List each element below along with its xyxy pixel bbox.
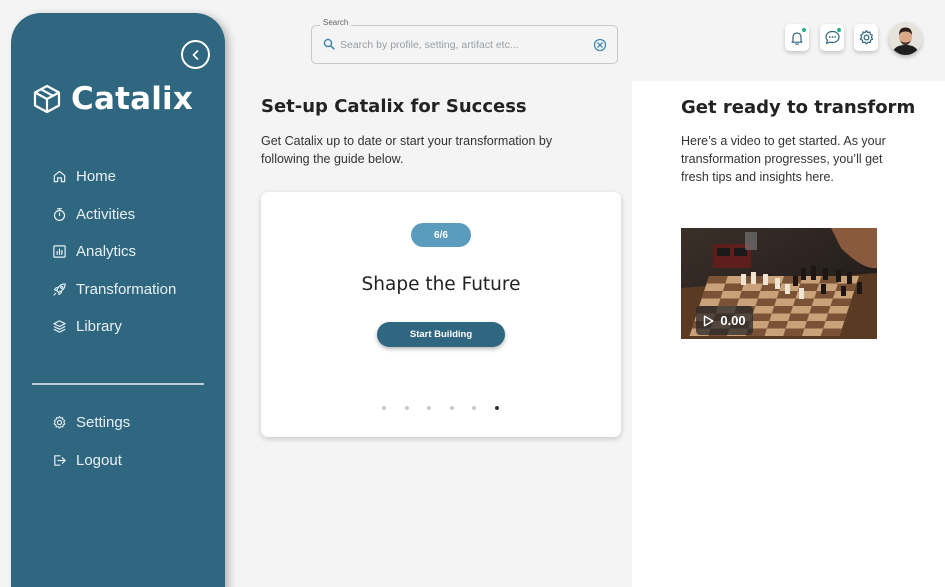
- sidebar: Catalix Home Activities Analytics Transf…: [11, 13, 225, 587]
- notifications-button[interactable]: [785, 24, 809, 51]
- step-badge: 6/6: [411, 223, 471, 247]
- layers-icon: [53, 320, 66, 333]
- nav-item-label: Transformation: [76, 280, 177, 298]
- nav-item-transformation[interactable]: Transformation: [52, 271, 176, 309]
- sidebar-divider: [32, 383, 204, 385]
- start-building-button[interactable]: Start Building: [377, 322, 505, 347]
- pager-dot-active[interactable]: [494, 406, 499, 410]
- nav-item-label: Settings: [76, 413, 131, 431]
- logout-icon: [54, 454, 66, 466]
- setup-guide-card: 6/6 Shape the Future Start Building: [261, 192, 621, 437]
- pager-dot[interactable]: [382, 406, 386, 410]
- pager-dot[interactable]: [427, 406, 431, 410]
- video-time: 0.00: [720, 313, 746, 328]
- stopwatch-icon: [53, 207, 66, 221]
- nav-item-label: Library: [76, 318, 122, 336]
- chart-icon: [53, 245, 66, 258]
- nav-item-activities[interactable]: Activities: [52, 196, 176, 234]
- play-icon: [704, 315, 714, 326]
- cube-icon: [33, 84, 61, 114]
- nav-item-logout[interactable]: Logout: [52, 441, 130, 479]
- nav-item-label: Home: [76, 168, 117, 186]
- card-title: Shape the Future: [361, 274, 521, 295]
- user-photo-icon: [889, 22, 922, 55]
- pager-dot[interactable]: [449, 406, 454, 410]
- chevron-left-icon: [192, 49, 198, 60]
- message-dot: [836, 27, 842, 33]
- notification-dot: [801, 27, 807, 33]
- brand-logo[interactable]: Catalix: [32, 81, 193, 117]
- collapse-sidebar-button[interactable]: [181, 40, 210, 69]
- nav-item-analytics[interactable]: Analytics: [52, 233, 176, 271]
- right-panel: Get ready to transform Here’s a video to…: [632, 81, 945, 587]
- panel-description: Here’s a video to get started. As your t…: [681, 134, 886, 184]
- gear-icon: [859, 30, 873, 45]
- search-label: Search: [320, 18, 352, 27]
- page-title: Set-up Catalix for Success: [261, 96, 527, 117]
- rocket-icon: [53, 283, 66, 296]
- video-player[interactable]: 0.00: [681, 228, 877, 339]
- messages-button[interactable]: [820, 24, 844, 51]
- search-box: Search: [311, 18, 618, 64]
- nav-item-label: Activities: [76, 205, 136, 223]
- nav-item-label: Analytics: [76, 243, 137, 261]
- video-play-button[interactable]: 0.00: [696, 306, 753, 335]
- page-description: Get Catalix up to date or start your tra…: [261, 134, 553, 166]
- user-avatar[interactable]: [889, 22, 922, 55]
- nav-item-settings[interactable]: Settings: [52, 403, 130, 441]
- pager-dot[interactable]: [404, 406, 409, 410]
- pager-dot[interactable]: [472, 406, 476, 410]
- home-icon: [53, 170, 66, 183]
- carousel-pager: [382, 406, 499, 410]
- nav-item-home[interactable]: Home: [52, 158, 176, 196]
- nav-item-label: Logout: [76, 451, 122, 469]
- settings-button[interactable]: [854, 24, 878, 51]
- nav-item-library[interactable]: Library: [52, 308, 176, 346]
- clear-search-icon[interactable]: [593, 38, 607, 52]
- search-input[interactable]: [340, 35, 585, 55]
- brand-name: Catalix: [71, 81, 194, 117]
- gear-icon: [53, 415, 66, 429]
- secondary-nav: Settings Logout: [52, 403, 130, 479]
- panel-title: Get ready to transform: [681, 97, 916, 118]
- search-icon: [323, 38, 335, 50]
- main-nav: Home Activities Analytics Transformation…: [52, 158, 176, 346]
